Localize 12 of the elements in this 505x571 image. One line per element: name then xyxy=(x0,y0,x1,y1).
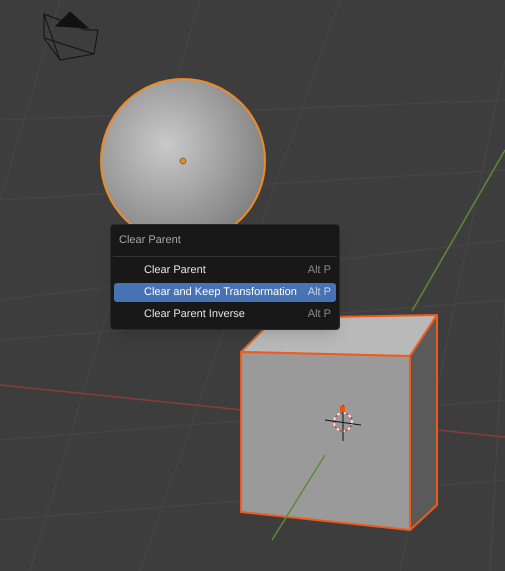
menu-item-label: Clear and Keep Transformation xyxy=(144,285,297,300)
shortcut-label: Alt P xyxy=(308,263,331,278)
menu-item-label: Clear Parent xyxy=(144,263,206,278)
menu-item[interactable]: Clear Parent Alt P xyxy=(114,261,336,280)
menu-item[interactable]: Clear Parent Inverse Alt P xyxy=(114,305,336,324)
menu-title: Clear Parent xyxy=(118,233,182,248)
menu-item[interactable]: Clear and Keep Transformation Alt P xyxy=(114,283,336,302)
camera-object xyxy=(43,11,99,61)
shortcut-label: Alt P xyxy=(308,285,331,300)
shortcut-label: Alt P xyxy=(308,307,331,322)
cursor-icon xyxy=(324,404,362,442)
menu-item-label: Clear Parent Inverse xyxy=(144,307,245,322)
